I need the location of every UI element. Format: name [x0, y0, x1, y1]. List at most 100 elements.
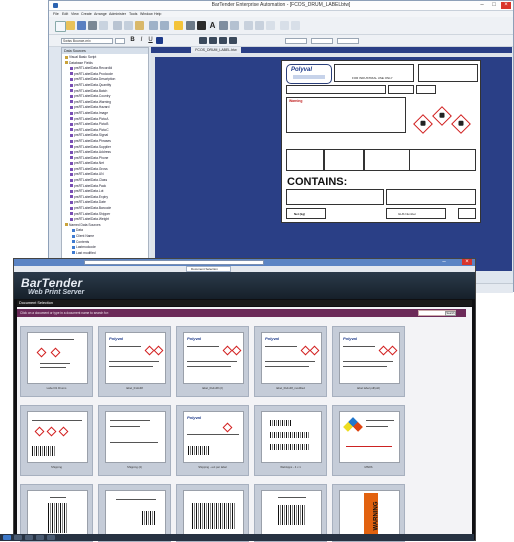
brand-subtitle: Web Print Server: [28, 289, 85, 296]
document-card[interactable]: Polyval Shipping - ext per label: [176, 405, 249, 476]
align-center-icon[interactable]: [209, 37, 217, 44]
pointer-tool-icon[interactable]: [174, 21, 183, 30]
design-area[interactable]: FCOS_DRUM_LABEL.btw Polyval FOR INDUSTRI…: [151, 47, 512, 271]
browser-minimize-button[interactable]: –: [439, 259, 449, 265]
new-document-icon[interactable]: [55, 21, 66, 32]
barcode-icon: [32, 446, 56, 456]
label-logo-text: Polyval: [291, 67, 313, 73]
close-button[interactable]: ×: [501, 2, 511, 9]
designer-window: BarTender Enterprise Automation - [FCOS_…: [48, 0, 514, 293]
tree-item-label: prsRTLabelData.Pack: [74, 183, 107, 188]
tree-item[interactable]: Last modified: [64, 251, 148, 257]
taskbar-app-icon[interactable]: [25, 535, 33, 540]
barcode-tool-icon[interactable]: [197, 21, 206, 30]
field-icon: [70, 156, 73, 160]
underline-icon[interactable]: U: [147, 37, 154, 44]
label-pack-box[interactable]: [458, 208, 476, 219]
document-card[interactable]: Polyval label label pdf(old): [332, 326, 405, 397]
vertical-ruler: [151, 57, 155, 271]
document-caption: Label 01 Drums: [46, 386, 67, 390]
start-button-icon[interactable]: [3, 535, 11, 540]
print-preview-icon[interactable]: [99, 21, 108, 30]
print-icon[interactable]: [88, 21, 97, 30]
taskbar-app-icon[interactable]: [47, 535, 55, 540]
minimize-button[interactable]: –: [477, 2, 487, 9]
italic-icon[interactable]: I: [138, 37, 145, 44]
document-card[interactable]: Label 01 Drums: [20, 326, 93, 397]
tree-item-label: prsRTLabelData.Quantity: [74, 82, 112, 87]
document-card[interactable]: Shipping (2): [98, 405, 171, 476]
tree-item-label: prsRTLabelData.Address: [74, 150, 111, 155]
line-width-select[interactable]: [285, 38, 307, 44]
font-select[interactable]: Swiss Bounce-mix: [61, 38, 113, 44]
align-left-icon[interactable]: [199, 37, 207, 44]
label-batch-box[interactable]: [388, 85, 414, 94]
open-folder-icon[interactable]: [66, 21, 75, 30]
drum-label[interactable]: Polyval FOR INDUSTRIAL USE ONLY Warning …: [281, 60, 481, 223]
text-tool-icon[interactable]: A: [208, 21, 217, 30]
taskbar-app-icon[interactable]: [36, 535, 44, 540]
document-card[interactable]: Polyval label_01dx48_modified: [254, 326, 327, 397]
database-icon[interactable]: [291, 21, 300, 30]
redo-icon[interactable]: [160, 21, 169, 30]
field-icon: [72, 234, 75, 238]
label-composition-col2: [324, 149, 364, 171]
label-warning-box[interactable]: [286, 97, 406, 133]
font-color-icon[interactable]: [156, 37, 163, 44]
address-bar[interactable]: [84, 260, 264, 265]
field-icon: [70, 195, 73, 199]
horizontal-ruler: [151, 53, 512, 57]
label-net-box[interactable]: [286, 208, 326, 219]
line-style-select[interactable]: [311, 38, 333, 44]
document-thumbnail: [27, 411, 88, 463]
browser-close-button[interactable]: ×: [462, 259, 472, 265]
tree-item-label: prsRTLabelData.Batch: [74, 88, 108, 93]
document-thumbnail: [27, 332, 88, 384]
save-icon[interactable]: [77, 21, 86, 30]
field-icon: [70, 94, 73, 98]
line-tool-icon[interactable]: [186, 21, 195, 30]
hazard-icon: [46, 426, 57, 437]
document-card[interactable]: WebApps - 4 x 1: [254, 405, 327, 476]
label-composition-col3: [364, 149, 410, 171]
font-size-select[interactable]: [115, 38, 125, 44]
search-button[interactable]: Search: [445, 310, 456, 316]
fill-select[interactable]: [337, 38, 359, 44]
copy-icon[interactable]: [124, 21, 133, 30]
tree-item-label: prsRTLabelData.Image: [74, 110, 109, 115]
label-address-box[interactable]: [386, 189, 476, 205]
shape-tool-icon[interactable]: [219, 21, 228, 30]
folder-icon: [65, 61, 68, 65]
taskbar-app-icon[interactable]: [14, 535, 22, 540]
justify-icon[interactable]: [229, 37, 237, 44]
document-card[interactable]: Polyval label_01dx48: [98, 326, 171, 397]
label-date-box[interactable]: [416, 85, 436, 94]
barcode-icon: [188, 446, 210, 455]
field-icon: [70, 105, 73, 109]
paste-icon[interactable]: [135, 21, 144, 30]
label-handling-box[interactable]: [286, 189, 384, 205]
cut-icon[interactable]: [113, 21, 122, 30]
field-icon: [70, 206, 73, 210]
field-icon: [70, 184, 73, 188]
undo-icon[interactable]: [149, 21, 158, 30]
grid-icon[interactable]: [266, 21, 275, 30]
bold-icon[interactable]: B: [129, 37, 136, 44]
field-icon: [70, 72, 73, 76]
field-icon: [70, 201, 73, 205]
document-card[interactable]: Polyval label_01dx48 (2): [176, 326, 249, 397]
field-icon: [70, 189, 73, 193]
zoom-in-icon[interactable]: [244, 21, 253, 30]
document-card[interactable]: MSDS: [332, 405, 405, 476]
label-supplier-box[interactable]: [418, 64, 478, 82]
align-right-icon[interactable]: [219, 37, 227, 44]
field-icon: [70, 161, 73, 165]
designer-title: BarTender Enterprise Automation - [FCOS_…: [211, 2, 351, 8]
field-icon: [70, 178, 73, 182]
maximize-button[interactable]: □: [489, 2, 499, 9]
label-product-name-box[interactable]: [286, 85, 386, 94]
picture-tool-icon[interactable]: [230, 21, 239, 30]
zoom-out-icon[interactable]: [255, 21, 264, 30]
document-card[interactable]: Shipping: [20, 405, 93, 476]
layout-icon[interactable]: [280, 21, 289, 30]
